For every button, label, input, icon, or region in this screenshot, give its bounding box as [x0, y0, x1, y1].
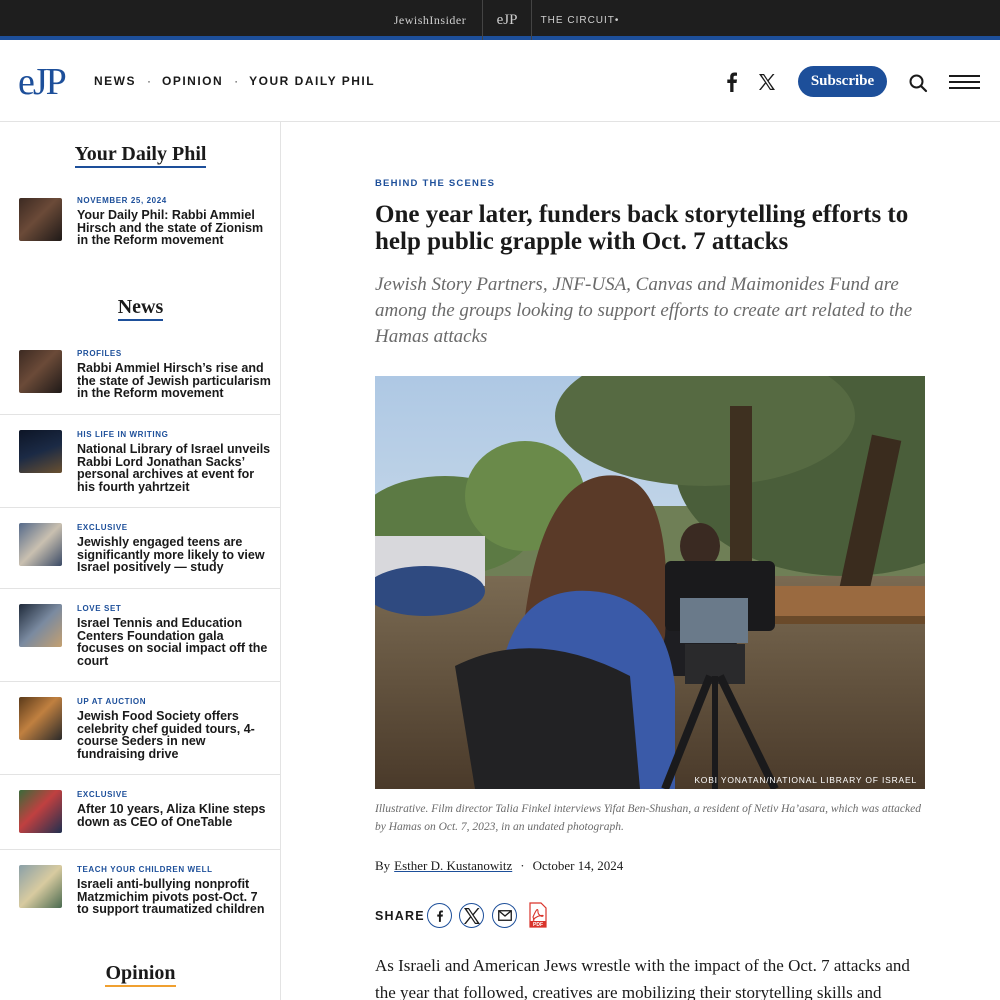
nav-separator: ·: [147, 74, 151, 88]
article-thumbnail[interactable]: [19, 865, 62, 908]
share-x-button[interactable]: [459, 903, 484, 928]
article-thumbnail[interactable]: [19, 350, 62, 393]
ejp-logo[interactable]: eJP: [18, 60, 67, 104]
item-title[interactable]: National Library of Israel unveils Rabbi…: [77, 443, 272, 493]
article-kicker[interactable]: BEHIND THE SCENES: [375, 178, 495, 189]
news-heading[interactable]: News: [0, 296, 281, 321]
item-title[interactable]: Israel Tennis and Education Centers Foun…: [77, 617, 272, 667]
item-kicker: NOVEMBER 25, 2024: [77, 196, 167, 205]
list-item[interactable]: TEACH YOUR CHILDREN WELL Israeli anti-bu…: [0, 849, 281, 942]
list-item[interactable]: EXCLUSIVE Jewishly engaged teens are sig…: [0, 507, 281, 588]
byline: By Esther D. Kustanowitz · October 14, 2…: [375, 858, 623, 874]
item-kicker: UP AT AUCTION: [77, 697, 147, 706]
site-header: eJP NEWS · OPINION · YOUR DAILY PHIL Sub…: [0, 44, 1000, 122]
subscribe-button[interactable]: Subscribe: [798, 66, 887, 97]
pdf-icon[interactable]: PDF: [527, 902, 548, 928]
photo-illustration: [375, 376, 925, 789]
item-kicker: EXCLUSIVE: [77, 523, 128, 532]
article-thumbnail[interactable]: [19, 790, 62, 833]
item-kicker: LOVE SET: [77, 604, 122, 613]
article-body: As Israeli and American Jews wrestle wit…: [375, 956, 910, 1000]
facebook-icon: [436, 909, 443, 922]
photo-credit: KOBI YONATAN/NATIONAL LIBRARY OF ISRAEL: [694, 775, 917, 785]
item-kicker: PROFILES: [77, 349, 122, 358]
list-item[interactable]: HIS LIFE IN WRITING National Library of …: [0, 414, 281, 507]
article-dek: Jewish Story Partners, JNF-USA, Canvas a…: [375, 274, 913, 347]
nav-news[interactable]: NEWS: [94, 74, 136, 88]
share-facebook-button[interactable]: [427, 903, 452, 928]
nav-opinion[interactable]: OPINION: [162, 74, 223, 88]
article-thumbnail[interactable]: [19, 604, 62, 647]
item-title[interactable]: Rabbi Ammiel Hirsch’s rise and the state…: [77, 362, 272, 400]
photo-caption: Illustrative. Film director Talia Finkel…: [375, 803, 921, 833]
main-nav: NEWS · OPINION · YOUR DAILY PHIL: [94, 74, 375, 88]
svg-text:PDF: PDF: [533, 922, 543, 928]
item-title[interactable]: After 10 years, Aliza Kline steps down a…: [77, 803, 272, 828]
item-kicker: TEACH YOUR CHILDREN WELL: [77, 865, 213, 874]
item-title[interactable]: Your Daily Phil: Rabbi Ammiel Hirsch and…: [77, 209, 272, 247]
network-bar: JewishInsider eJP THE CIRCUIT•: [0, 0, 1000, 40]
list-item[interactable]: LOVE SET Israel Tennis and Education Cen…: [0, 588, 281, 681]
item-title[interactable]: Jewish Food Society offers celebrity che…: [77, 710, 272, 760]
item-kicker: HIS LIFE IN WRITING: [77, 430, 169, 439]
list-item[interactable]: UP AT AUCTION Jewish Food Society offers…: [0, 681, 281, 774]
byline-separator: ·: [520, 858, 525, 873]
nav-separator: ·: [234, 74, 239, 88]
list-item[interactable]: PROFILES Rabbi Ammiel Hirsch’s rise and …: [0, 344, 281, 414]
article-photo: KOBI YONATAN/NATIONAL LIBRARY OF ISRAEL: [375, 376, 925, 789]
list-item[interactable]: EXCLUSIVE After 10 years, Aliza Kline st…: [0, 774, 281, 849]
share-email-button[interactable]: [492, 903, 517, 928]
list-item[interactable]: NOVEMBER 25, 2024 Your Daily Phil: Rabbi…: [0, 192, 281, 252]
share-label: SHARE: [375, 909, 425, 923]
opinion-heading[interactable]: Opinion: [0, 962, 281, 987]
article-thumbnail[interactable]: [19, 697, 62, 740]
article-title: One year later, funders back storytellin…: [375, 201, 909, 255]
email-icon: [497, 910, 512, 921]
sidebar: Your Daily Phil NOVEMBER 25, 2024 Your D…: [0, 122, 281, 1000]
menu-icon[interactable]: [948, 74, 981, 90]
ejp-network-link[interactable]: eJP: [482, 0, 532, 40]
nav-your-daily-phil[interactable]: YOUR DAILY PHIL: [249, 74, 375, 88]
item-title[interactable]: Israeli anti-bullying nonprofit Matzmich…: [77, 878, 272, 916]
search-icon[interactable]: [908, 73, 928, 93]
daily-phil-heading[interactable]: Your Daily Phil: [0, 143, 281, 168]
jewish-insider-link[interactable]: JewishInsider: [380, 0, 480, 40]
x-icon: [463, 907, 480, 924]
x-icon[interactable]: [757, 72, 777, 92]
publish-date: October 14, 2024: [532, 858, 624, 873]
article-thumbnail[interactable]: [19, 430, 62, 473]
article-thumbnail[interactable]: [19, 198, 62, 241]
item-kicker: EXCLUSIVE: [77, 790, 128, 799]
the-circuit-link[interactable]: THE CIRCUIT•: [540, 0, 620, 40]
facebook-icon[interactable]: [722, 70, 742, 94]
byline-prefix: By: [375, 858, 391, 873]
author-link[interactable]: Esther D. Kustanowitz: [394, 858, 512, 874]
article-thumbnail[interactable]: [19, 523, 62, 566]
item-title[interactable]: Jewishly engaged teens are significantly…: [77, 536, 272, 574]
